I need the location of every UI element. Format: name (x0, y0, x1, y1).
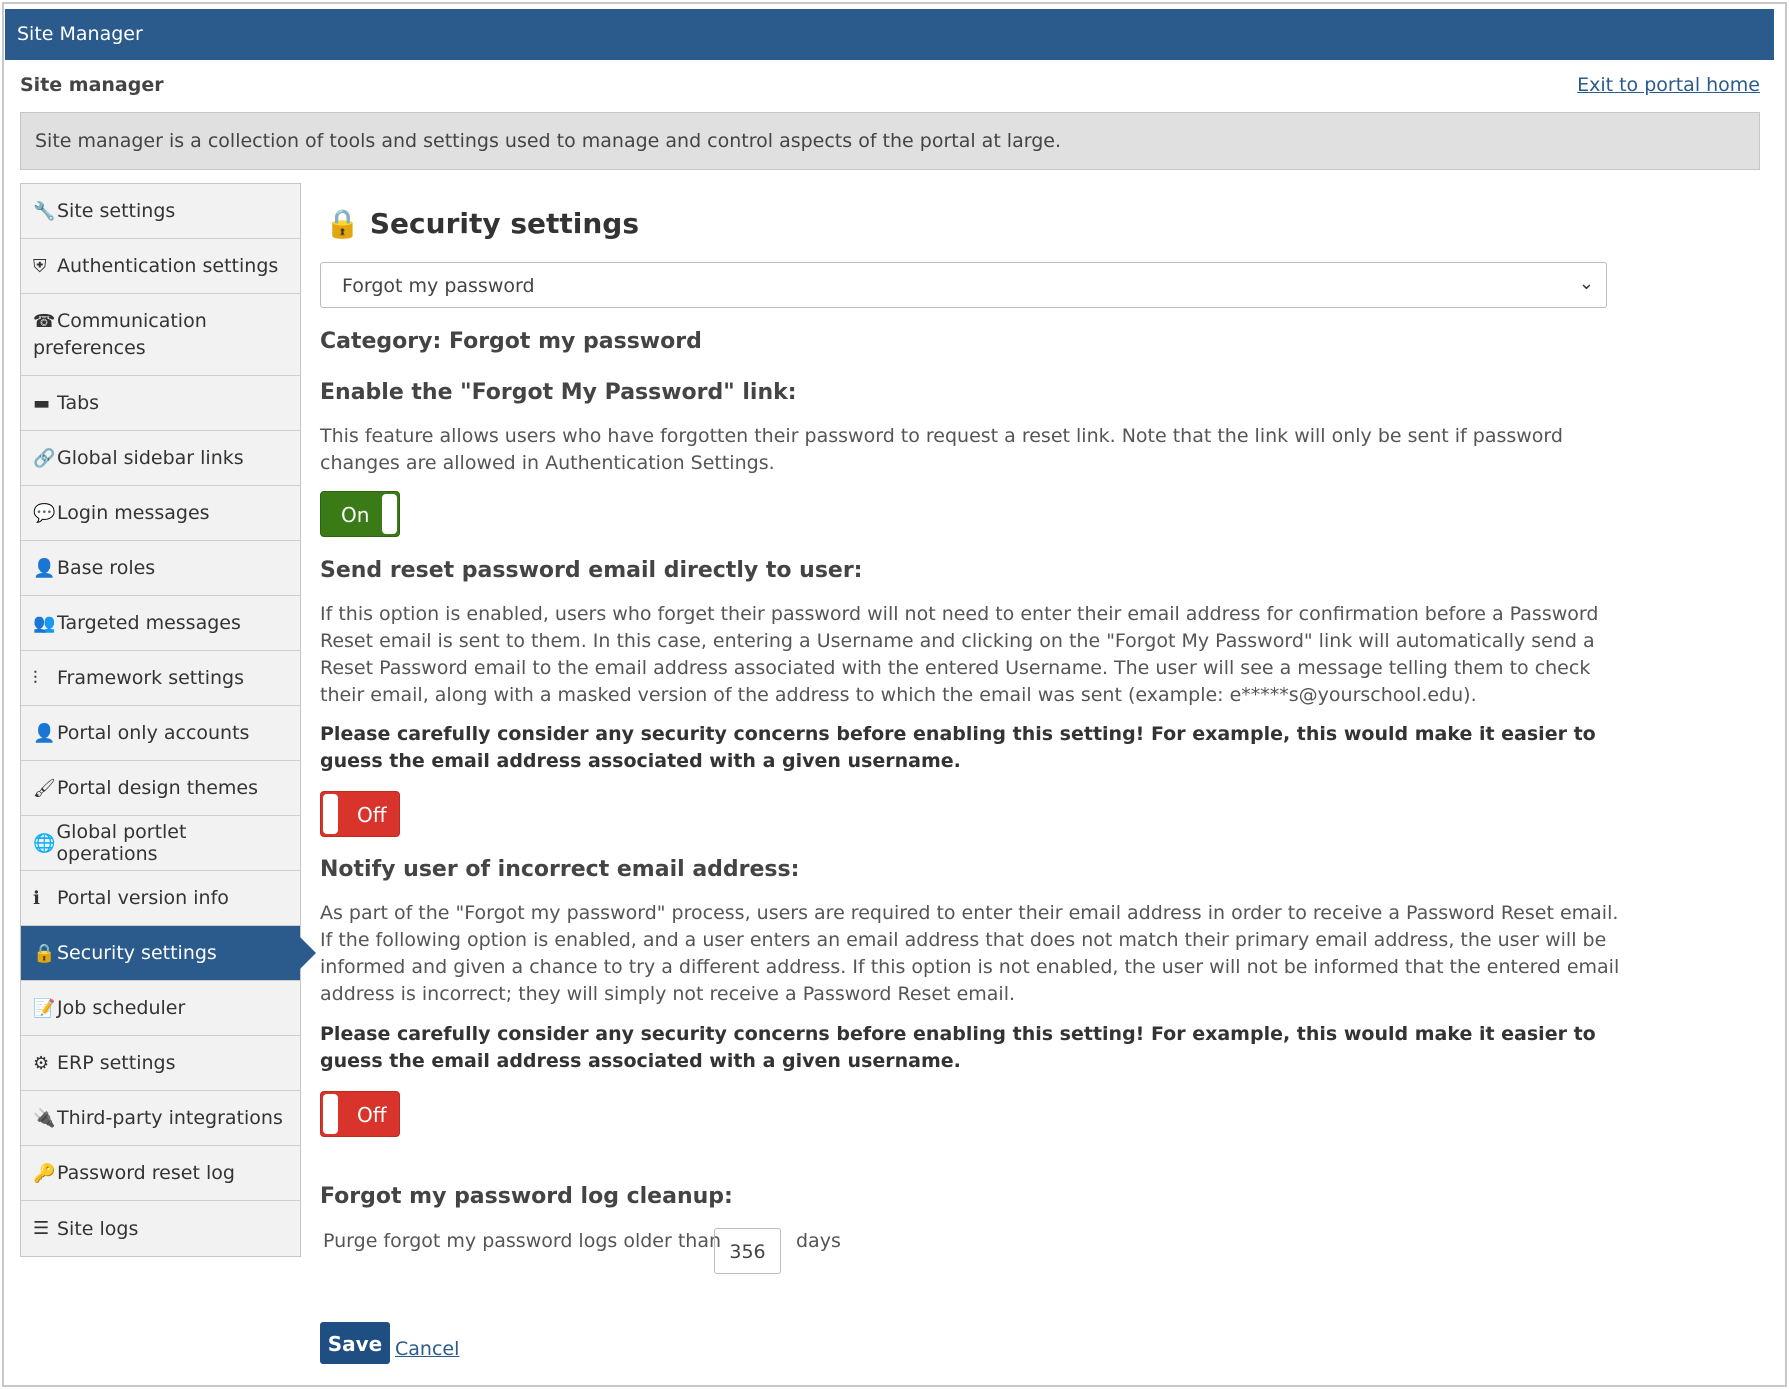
speech-bubble-icon: 💬 (33, 502, 56, 524)
sidebar-item-portal-only-accounts[interactable]: 👤 Portal only accounts (21, 706, 300, 761)
sidebar-item-site-logs[interactable]: ☰ Site logs (21, 1201, 300, 1256)
setting-description-notify-incorrect-email: As part of the "Forgot my password" proc… (320, 902, 1620, 1005)
folder-icon: ▬ (33, 392, 51, 414)
sidebar-item-authentication-settings[interactable]: ⛨ Authentication settings (21, 239, 300, 294)
sidebar-item-global-portlet-operations[interactable]: 🌐 Global portlet operations (21, 816, 300, 871)
info-text: Site manager is a collection of tools an… (35, 130, 1061, 152)
info-banner: Site manager is a collection of tools an… (20, 112, 1760, 170)
sidebar-item-label: Login messages (57, 502, 210, 524)
sidebar-item-label: Site logs (57, 1217, 139, 1240)
link-icon: 🔗 (33, 447, 56, 469)
sidebar-item-global-sidebar-links[interactable]: 🔗 Global sidebar links (21, 431, 300, 486)
users-group-icon: 👥 (33, 612, 56, 634)
plug-icon: 🔌 (33, 1107, 56, 1129)
list-icon: ☰ (33, 1218, 50, 1239)
setting-title-notify-incorrect-email: Notify user of incorrect email address: (320, 857, 800, 882)
sidebar-item-label: Portal version info (57, 887, 229, 909)
purge-suffix-label: days (796, 1230, 841, 1252)
toggle-knob (323, 794, 338, 834)
sidebar-item-login-messages[interactable]: 💬 Login messages (21, 486, 300, 541)
lock-icon: 🔒 (33, 942, 56, 964)
sidebar-item-third-party-integrations[interactable]: 🔌 Third-party integrations (21, 1091, 300, 1146)
sidebar-item-targeted-messages[interactable]: 👥 Targeted messages (21, 596, 300, 651)
sidebar-item-framework-settings[interactable]: ⫶ Framework settings (21, 651, 300, 706)
send-reset-direct-toggle[interactable]: Off (320, 791, 400, 837)
category-select-value: Forgot my password (342, 275, 535, 297)
shield-icon: ⛨ (33, 255, 47, 277)
wrench-icon: 🔧 (33, 200, 56, 222)
key-log-icon: 🔑 (33, 1162, 56, 1184)
setting-description-forgot-link: This feature allows users who have forgo… (320, 425, 1563, 474)
sidebar-item-label: Framework settings (57, 667, 244, 689)
sidebar-nav: 🔧 Site settings ⛨ Authentication setting… (20, 183, 316, 1257)
toggle-label: Off (357, 803, 387, 827)
purge-logs-row: Purge forgot my password logs older than… (323, 1228, 1023, 1278)
toggle-label: Off (357, 1103, 387, 1127)
sidebar-item-password-reset-log[interactable]: 🔑 Password reset log (21, 1146, 300, 1201)
setting-title-forgot-link: Enable the "Forgot My Password" link: (320, 380, 797, 405)
chevron-down-icon: ⌄ (1578, 273, 1594, 294)
sidebar-item-label: Authentication settings (57, 255, 279, 277)
sidebar-item-label: Security settings (57, 942, 217, 964)
globe-icon: 🌐 (33, 832, 56, 854)
phone-icon: ☎ (33, 311, 56, 332)
category-select[interactable]: Forgot my password ⌄ (320, 262, 1607, 308)
sidebar-item-label: Portal only accounts (57, 722, 250, 744)
purge-prefix-label: Purge forgot my password logs older than (323, 1230, 722, 1252)
forgot-link-toggle[interactable]: On (320, 491, 400, 537)
page-header: Site manager Exit to portal home (20, 74, 1760, 102)
sidebar-item-label: Password reset log (57, 1162, 235, 1184)
sidebar-item-erp-settings[interactable]: ⚙ ERP settings (21, 1036, 300, 1091)
sidebar-item-site-settings[interactable]: 🔧 Site settings (21, 184, 300, 239)
sidebar-item-label: Site settings (57, 200, 176, 222)
app-title: Site Manager (17, 23, 143, 45)
exit-portal-link[interactable]: Exit to portal home (1577, 74, 1760, 96)
toggle-knob (323, 1094, 338, 1134)
sidebar-item-label: Third-party integrations (57, 1107, 283, 1129)
section-heading-text: Security settings (369, 207, 640, 240)
save-button[interactable]: Save (320, 1322, 390, 1364)
security-warning-send-reset-direct: Please carefully consider any security c… (320, 723, 1596, 772)
sidebar-item-communication-preferences[interactable]: ☎Communication preferences (21, 294, 300, 376)
notify-incorrect-email-toggle[interactable]: Off (320, 1091, 400, 1137)
cancel-link[interactable]: Cancel (395, 1338, 459, 1360)
sliders-icon: ⫶ (33, 667, 38, 689)
user-icon: 👤 (33, 722, 56, 744)
sidebar-item-label: Job scheduler (57, 997, 186, 1019)
info-icon: ℹ (33, 887, 40, 909)
setting-title-send-reset-direct: Send reset password email directly to us… (320, 558, 863, 583)
sidebar-item-label: Portal design themes (57, 777, 258, 799)
sidebar-item-security-settings[interactable]: 🔒 Security settings (21, 926, 316, 981)
toggle-knob (382, 494, 397, 534)
sidebar-item-label: Base roles (57, 557, 156, 579)
purge-days-input[interactable]: 356 (714, 1228, 781, 1274)
gear-icon: ⚙ (33, 1052, 50, 1074)
sidebar-item-label: Communication preferences (33, 310, 207, 359)
setting-title-log-cleanup: Forgot my password log cleanup: (320, 1184, 733, 1209)
lock-icon: 🔒 (325, 207, 360, 240)
brush-icon: 🖌 (33, 777, 56, 799)
section-heading: 🔒 Security settings (325, 207, 639, 240)
sidebar-item-label: Global sidebar links (57, 447, 244, 469)
sidebar-item-label: Tabs (57, 392, 100, 414)
app-titlebar: Site Manager (5, 9, 1774, 60)
schedule-icon: 📝 (33, 997, 56, 1019)
user-role-icon: 👤 (33, 557, 56, 579)
toggle-label: On (341, 503, 370, 527)
page-title: Site manager (20, 74, 164, 96)
sidebar-item-portal-version-info[interactable]: ℹ Portal version info (21, 871, 300, 926)
sidebar-item-label: Targeted messages (57, 612, 241, 634)
sidebar-item-base-roles[interactable]: 👤 Base roles (21, 541, 300, 596)
sidebar-item-job-scheduler[interactable]: 📝 Job scheduler (21, 981, 300, 1036)
sidebar-item-portal-design-themes[interactable]: 🖌 Portal design themes (21, 761, 300, 816)
setting-description-send-reset-direct: If this option is enabled, users who for… (320, 603, 1599, 706)
sidebar-item-label: ERP settings (57, 1052, 176, 1074)
sidebar-item-label: Global portlet operations (56, 821, 187, 865)
security-warning-notify-incorrect-email: Please carefully consider any security c… (320, 1023, 1596, 1072)
category-label: Category: Forgot my password (320, 329, 702, 354)
sidebar-item-tabs[interactable]: ▬ Tabs (21, 376, 300, 431)
